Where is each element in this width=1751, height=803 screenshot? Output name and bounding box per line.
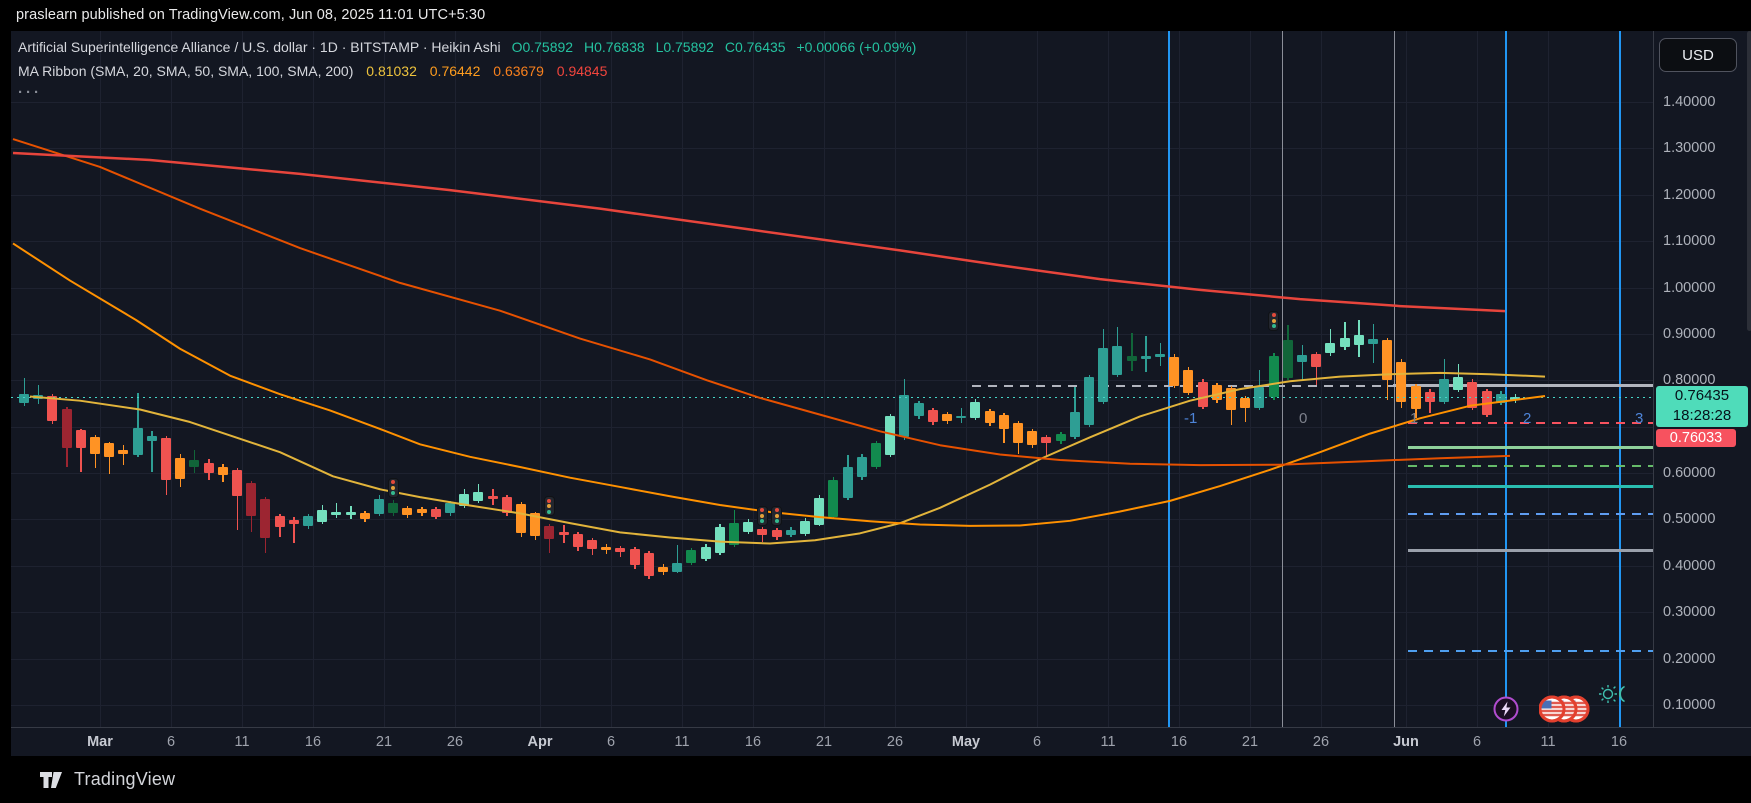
flags-emoji-drawing[interactable] xyxy=(1539,695,1603,727)
ohlc-high: H0.76838 xyxy=(584,39,645,55)
tradingview-logo-icon xyxy=(40,772,66,788)
time-tick: 11 xyxy=(1100,734,1115,750)
time-tick: Apr xyxy=(528,734,553,750)
time-tick: 16 xyxy=(305,734,321,750)
time-tick: 11 xyxy=(1540,734,1555,750)
current-price-value: 0.76435 xyxy=(1656,386,1748,406)
barcount-label: 0 xyxy=(1299,410,1307,427)
price-tick: 0.60000 xyxy=(1663,465,1715,481)
traffic-light-marker xyxy=(544,496,555,516)
time-tick: 6 xyxy=(1033,734,1041,750)
time-tick: 6 xyxy=(1473,734,1481,750)
time-tick: Mar xyxy=(87,734,113,750)
currency-toggle-button[interactable]: USD xyxy=(1659,38,1737,72)
price-tick: 0.10000 xyxy=(1663,697,1715,713)
time-tick: 26 xyxy=(447,734,463,750)
ohlc-open: O0.75892 xyxy=(512,39,574,55)
ohlc-change: +0.00066 (+0.09%) xyxy=(796,39,916,55)
time-tick: 26 xyxy=(887,734,903,750)
footer-bar: TradingView xyxy=(0,756,1751,803)
sma50-value: 0.76442 xyxy=(430,63,481,79)
price-tick: 1.30000 xyxy=(1663,140,1715,156)
legend-indicator-row[interactable]: MA Ribbon (SMA, 20, SMA, 50, SMA, 100, S… xyxy=(18,63,916,79)
sun-moon-emoji-drawing[interactable] xyxy=(1597,683,1629,710)
price-axis[interactable]: USD 1.40000 1.30000 1.20000 1.10000 1.00000 0… xyxy=(1653,31,1751,756)
price-tick: 0.90000 xyxy=(1663,326,1715,342)
indicator-name: MA Ribbon (SMA, 20, SMA, 50, SMA, 100, S… xyxy=(18,63,353,79)
chart-plot-area[interactable]: -1 0 1 2 3 xyxy=(11,31,1653,727)
traffic-light-marker xyxy=(771,506,782,526)
bar-close-countdown: 18:28:28 xyxy=(1656,406,1748,426)
price-tick: 0.40000 xyxy=(1663,558,1715,574)
time-axis[interactable]: Mar 6 11 16 21 26 Apr 6 11 16 21 26 May 6 11 16 21 26 Jun 6… xyxy=(11,727,1751,757)
time-tick: 21 xyxy=(1242,734,1258,750)
price-tick: 0.20000 xyxy=(1663,651,1715,667)
traffic-light-marker xyxy=(1268,311,1279,331)
lightning-emoji-drawing[interactable] xyxy=(1493,696,1519,727)
time-tick: 21 xyxy=(376,734,392,750)
barcount-label: 2 xyxy=(1523,410,1531,427)
price-tick: 0.50000 xyxy=(1663,511,1715,527)
price-tick: 1.40000 xyxy=(1663,94,1715,110)
sma-50-line xyxy=(13,243,1545,525)
ma-ribbon-lines xyxy=(11,31,1653,727)
publish-bar: praslearn published on TradingView.com, … xyxy=(0,0,1751,31)
publish-text: praslearn published on TradingView.com, … xyxy=(16,7,485,23)
scrollbar-thumb[interactable] xyxy=(1747,31,1751,331)
barcount-label: -1 xyxy=(1184,410,1197,427)
sma-200-line xyxy=(13,153,1505,311)
more-indicators-ellipsis-button[interactable]: ··· xyxy=(18,84,42,101)
time-tick: 21 xyxy=(816,734,832,750)
tradingview-snapshot: praslearn published on TradingView.com, … xyxy=(0,0,1751,803)
sma100-value: 0.63679 xyxy=(493,63,544,79)
price-tick: 1.10000 xyxy=(1663,233,1715,249)
barcount-label: 3 xyxy=(1635,410,1643,427)
legend-symbol-row[interactable]: Artificial Superintelligence Alliance / … xyxy=(18,39,916,55)
tradingview-logo-text: TradingView xyxy=(74,769,175,790)
time-tick: 16 xyxy=(1611,734,1627,750)
time-tick: 11 xyxy=(234,734,249,750)
traffic-light-marker xyxy=(388,478,399,498)
price-tick: 1.20000 xyxy=(1663,187,1715,203)
time-tick: 26 xyxy=(1313,734,1329,750)
time-tick: 6 xyxy=(167,734,175,750)
ohlc-close: C0.76435 xyxy=(725,39,786,55)
price-tick: 1.00000 xyxy=(1663,280,1715,296)
time-tick: 11 xyxy=(674,734,689,750)
time-tick: 6 xyxy=(607,734,615,750)
sma-20-line xyxy=(30,373,1545,544)
price-tick: 0.30000 xyxy=(1663,604,1715,620)
sma200-value: 0.94845 xyxy=(557,63,608,79)
symbol-title: Artificial Superintelligence Alliance / … xyxy=(18,39,501,55)
ohlc-low: L0.75892 xyxy=(656,39,714,55)
time-tick: 16 xyxy=(1171,734,1187,750)
sma-100-line xyxy=(13,139,1510,465)
time-tick: May xyxy=(952,734,980,750)
tradingview-logo[interactable]: TradingView xyxy=(40,769,175,790)
secondary-price-label: 0.76033 xyxy=(1656,429,1736,447)
sma20-value: 0.81032 xyxy=(366,63,417,79)
current-price-label: 0.76435 18:28:28 xyxy=(1656,386,1748,427)
barcount-label: 1 xyxy=(1410,410,1418,427)
traffic-light-marker xyxy=(757,506,768,526)
time-tick: 16 xyxy=(745,734,761,750)
time-tick: Jun xyxy=(1393,734,1419,750)
chart-legend: Artificial Superintelligence Alliance / … xyxy=(18,39,916,79)
